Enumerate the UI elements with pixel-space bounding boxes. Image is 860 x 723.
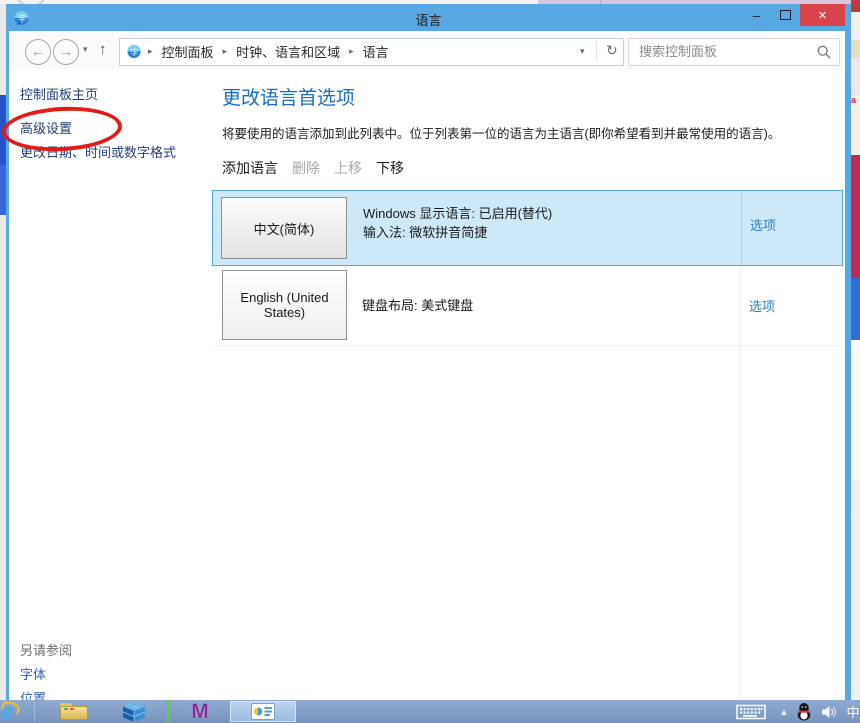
taskbar-file-explorer-icon[interactable] bbox=[58, 700, 90, 723]
maximize-icon bbox=[780, 10, 791, 20]
breadcrumb-separator-icon: ▸ bbox=[223, 46, 228, 57]
language-row-chinese-selected[interactable]: 中文(简体) Windows 显示语言: 已启用(替代) 输入法: 微软拼音简捷… bbox=[212, 190, 843, 266]
taskbar: e M bbox=[0, 700, 860, 723]
show-hidden-icons-chevron[interactable]: ▲ bbox=[776, 700, 792, 723]
background-fragment bbox=[851, 155, 860, 278]
taskbar-m-app-icon[interactable]: M bbox=[183, 700, 217, 723]
row-divider bbox=[740, 266, 741, 345]
breadcrumb: ▸ 控制面板 ▸ 时钟、语言和区域 ▸ 语言 bbox=[148, 39, 389, 63]
recent-pages-dropdown-icon[interactable]: ▾ bbox=[83, 44, 88, 55]
background-fragment bbox=[851, 480, 860, 523]
see-also-header: 另请参阅 bbox=[20, 640, 72, 659]
background-letter-fragment: a bbox=[851, 95, 860, 155]
control-panel-window: 字 A 语言 – ✕ ← → ▾ ↑ 字 bbox=[6, 4, 851, 723]
svg-text:字: 字 bbox=[131, 47, 139, 57]
address-dropdown-icon[interactable]: ▾ bbox=[580, 46, 585, 57]
language-badge[interactable]: 中文(简体) bbox=[221, 197, 347, 259]
maximize-button[interactable] bbox=[771, 4, 800, 26]
move-up-button[interactable]: 上移 bbox=[334, 158, 362, 178]
search-box bbox=[628, 38, 840, 66]
taskbar-ie-icon[interactable]: e bbox=[0, 700, 20, 723]
remove-button[interactable]: 删除 bbox=[292, 158, 320, 178]
address-bar[interactable]: 字 ▸ 控制面板 ▸ 时钟、语言和区域 ▸ 语言 ▾ ↻ bbox=[119, 38, 624, 66]
window-content: 控制面板主页 高级设置 更改日期、时间或数字格式 另请参阅 字体 位置 更改语言… bbox=[9, 70, 845, 723]
search-icon[interactable] bbox=[817, 45, 831, 64]
page-title: 更改语言首选项 bbox=[222, 83, 355, 110]
options-link[interactable]: 选项 bbox=[749, 296, 775, 315]
search-input[interactable] bbox=[629, 39, 817, 63]
address-divider bbox=[596, 41, 597, 61]
language-badge[interactable]: English (United States) bbox=[222, 270, 347, 340]
title-bar[interactable]: 字 A 语言 – ✕ bbox=[6, 4, 851, 31]
breadcrumb-item-control-panel[interactable]: 控制面板 bbox=[162, 42, 214, 61]
close-button[interactable]: ✕ bbox=[800, 4, 845, 26]
penguin-icon bbox=[796, 702, 812, 721]
language-details: Windows 显示语言: 已启用(替代) 输入法: 微软拼音简捷 bbox=[363, 204, 552, 242]
move-down-button[interactable]: 下移 bbox=[376, 158, 404, 178]
options-link[interactable]: 选项 bbox=[750, 215, 776, 234]
folder-icon bbox=[60, 703, 88, 720]
page-description: 将要使用的语言添加到此列表中。位于列表第一位的语言为主语言(即你希望看到并最常使… bbox=[222, 123, 780, 142]
background-fragment bbox=[851, 40, 860, 58]
background-fragment bbox=[851, 12, 860, 40]
background-fragment bbox=[851, 58, 860, 95]
window-title: 语言 bbox=[6, 10, 851, 29]
qq-tray-icon[interactable] bbox=[794, 700, 814, 723]
minimize-button[interactable]: – bbox=[742, 4, 771, 26]
language-breadcrumb-icon: 字 bbox=[126, 43, 142, 64]
cube-icon bbox=[122, 701, 146, 723]
breadcrumb-separator-icon: ▸ bbox=[148, 46, 153, 57]
breadcrumb-item-language[interactable]: 语言 bbox=[363, 42, 389, 61]
taskbar-separator bbox=[33, 700, 35, 723]
background-fragment bbox=[851, 278, 860, 340]
up-button[interactable]: ↑ bbox=[99, 41, 107, 58]
ime-language-indicator[interactable]: 中 bbox=[843, 700, 860, 723]
sidebar-item-control-panel-home[interactable]: 控制面板主页 bbox=[20, 84, 98, 103]
desktop-right-fragment: a bbox=[851, 0, 860, 723]
sidebar-item-fonts[interactable]: 字体 bbox=[20, 664, 46, 683]
touch-keyboard-icon[interactable] bbox=[733, 700, 769, 723]
options-column-divider bbox=[740, 346, 741, 696]
screen: a 字 A 语言 – ✕ ← → bbox=[0, 0, 860, 723]
add-language-button[interactable]: 添加语言 bbox=[222, 158, 278, 178]
row-divider bbox=[741, 191, 742, 265]
language-list-toolbar: 添加语言 删除 上移 下移 bbox=[222, 158, 404, 178]
breadcrumb-item-clock-language-region[interactable]: 时钟、语言和区域 bbox=[236, 42, 340, 61]
background-close-fragment bbox=[851, 0, 860, 12]
taskbar-control-panel-button-active[interactable] bbox=[230, 701, 296, 722]
language-row-english[interactable]: English (United States) 键盘布局: 美式键盘 选项 bbox=[212, 266, 843, 346]
taskbar-green-indicator bbox=[167, 700, 169, 723]
volume-icon[interactable] bbox=[819, 700, 839, 723]
taskbar-cube-app-icon[interactable] bbox=[117, 700, 151, 723]
refresh-icon[interactable]: ↻ bbox=[606, 42, 618, 59]
breadcrumb-separator-icon: ▸ bbox=[349, 46, 354, 57]
caption-buttons: – ✕ bbox=[742, 4, 845, 26]
background-fragment bbox=[851, 340, 860, 480]
back-button[interactable]: ← bbox=[25, 39, 51, 65]
navigation-bar: ← → ▾ ↑ 字 ▸ 控制面板 ▸ 时钟、语言和区域 ▸ bbox=[9, 31, 845, 70]
language-details: 键盘布局: 美式键盘 bbox=[362, 296, 473, 315]
control-panel-icon bbox=[251, 703, 275, 720]
forward-button[interactable]: → bbox=[53, 39, 79, 65]
